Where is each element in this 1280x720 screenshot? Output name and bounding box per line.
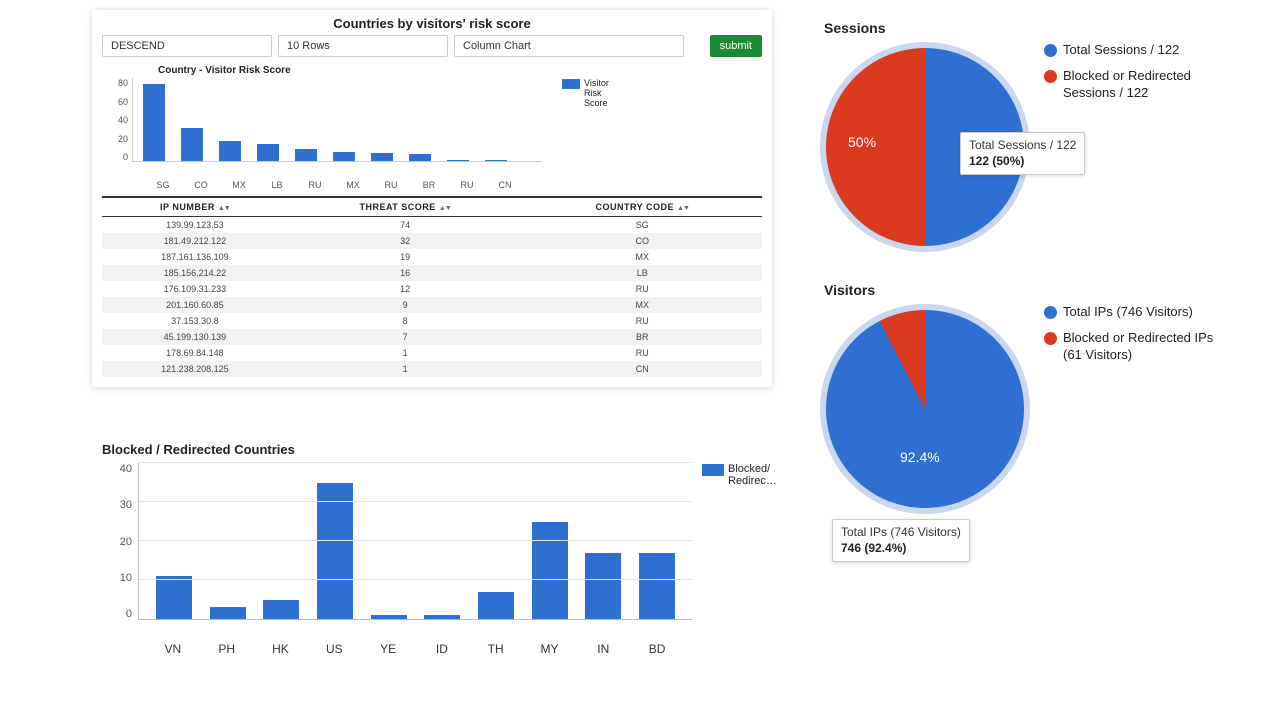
panel-title: Countries by visitors' risk score — [102, 16, 762, 31]
submit-button[interactable]: submit — [710, 35, 762, 57]
blocked-countries-panel: Blocked / Redirected Countries 403020100… — [102, 442, 792, 656]
col-ip-header[interactable]: IP NUMBER ▲▼ — [102, 197, 288, 217]
mini-y-axis: 806040200 — [102, 78, 132, 178]
visitors-pie-block: 92.4% Total IPs (746 Visitors) Blocked o… — [820, 304, 1250, 514]
right-column: Sessions 50% Total Sessions / 122 Blocke… — [800, 0, 1260, 524]
risk-bar[interactable] — [219, 141, 241, 161]
visitors-pie: 92.4% — [820, 304, 1030, 514]
legend-dot-blue — [1044, 44, 1057, 57]
table-row[interactable]: 121.238.208.1251CN — [102, 361, 762, 377]
left-column: Countries by visitors' risk score DESCEN… — [0, 0, 800, 666]
sessions-legend-blocked[interactable]: Blocked or Redirected Sessions / 122 — [1044, 68, 1224, 101]
risk-bar[interactable] — [409, 154, 431, 161]
risk-bar[interactable] — [333, 152, 355, 161]
mini-plot — [132, 78, 542, 162]
risk-bar[interactable] — [295, 149, 317, 161]
blocked-bar[interactable] — [424, 615, 460, 619]
table-header-row: IP NUMBER ▲▼ THREAT SCORE ▲▼ COUNTRY COD… — [102, 197, 762, 217]
risk-bar[interactable] — [181, 128, 203, 161]
legend-dot-blue — [1044, 306, 1057, 319]
sessions-pie-block: 50% Total Sessions / 122 Blocked or Redi… — [820, 42, 1250, 252]
legend-dot-red — [1044, 332, 1057, 345]
rows-select[interactable]: 10 Rows — [278, 35, 448, 57]
risk-score-chart: Country - Visitor Risk Score 806040200 S… — [102, 65, 762, 190]
chart-type-select[interactable]: Column Chart — [454, 35, 684, 57]
table-row[interactable]: 45.199.130.1397BR — [102, 329, 762, 345]
legend-dot-red — [1044, 70, 1057, 83]
risk-bar[interactable] — [447, 160, 469, 161]
page: Countries by visitors' risk score DESCEN… — [0, 0, 1280, 720]
mini-chart-title: Country - Visitor Risk Score — [158, 65, 762, 76]
visitors-slice-label: 92.4% — [900, 449, 940, 465]
blocked-bar[interactable] — [156, 576, 192, 619]
visitors-tooltip: Total IPs (746 Visitors) 746 (92.4%) — [832, 519, 970, 562]
blocked-bar[interactable] — [371, 615, 407, 619]
sort-icon: ▲▼ — [677, 205, 689, 212]
table-row[interactable]: 139.99.123.5374SG — [102, 217, 762, 234]
visitors-legend-total[interactable]: Total IPs (746 Visitors) — [1044, 304, 1224, 320]
sessions-header: Sessions — [824, 20, 1250, 36]
risk-bar[interactable] — [485, 160, 507, 161]
sort-icon: ▲▼ — [439, 205, 451, 212]
blocked-bar[interactable] — [639, 553, 675, 619]
col-score-header[interactable]: THREAT SCORE ▲▼ — [288, 197, 523, 217]
sessions-tooltip: Total Sessions / 122 122 (50%) — [960, 132, 1085, 175]
mini-legend-label: Visitor Risk Score — [584, 78, 622, 108]
risk-bar[interactable] — [143, 84, 165, 161]
blocked-chart: 403020100 VNPHHKUSYEIDTHMYINBD — [102, 463, 692, 656]
sessions-legend: Total Sessions / 122 Blocked or Redirect… — [1044, 42, 1224, 111]
mini-x-axis: SGCOMXLBRUMXRUBRRUCN — [142, 178, 542, 190]
risk-score-panel: Countries by visitors' risk score DESCEN… — [92, 10, 772, 387]
table-row[interactable]: 181.49.212.12232CO — [102, 233, 762, 249]
legend-swatch-blue — [562, 79, 580, 89]
table-row[interactable]: 178.69.84.1481RU — [102, 345, 762, 361]
risk-bar[interactable] — [371, 153, 393, 161]
table-row[interactable]: 185.156.214.2216LB — [102, 265, 762, 281]
legend-swatch-blue — [702, 464, 724, 476]
blocked-legend: Blocked/ Redirec… — [702, 463, 782, 487]
sort-icon: ▲▼ — [218, 205, 230, 212]
panel-controls: DESCEND 10 Rows Column Chart submit — [102, 35, 762, 57]
risk-table: IP NUMBER ▲▼ THREAT SCORE ▲▼ COUNTRY COD… — [102, 196, 762, 377]
blocked-title: Blocked / Redirected Countries — [102, 442, 792, 457]
blocked-bar[interactable] — [263, 600, 299, 620]
blocked-bar[interactable] — [532, 522, 568, 620]
table-row[interactable]: 176.109.31.23312RU — [102, 281, 762, 297]
blocked-bar[interactable] — [478, 592, 514, 619]
col-country-header[interactable]: COUNTRY CODE ▲▼ — [522, 197, 762, 217]
blocked-legend-label: Blocked/ Redirec… — [728, 463, 782, 487]
mini-chart-legend: Visitor Risk Score — [562, 78, 622, 108]
sessions-slice-label: 50% — [848, 134, 876, 150]
blocked-bar[interactable] — [585, 553, 621, 619]
blocked-y-axis: 403020100 — [102, 463, 138, 638]
visitors-header: Visitors — [824, 282, 1250, 298]
blocked-plot — [138, 463, 692, 620]
table-row[interactable]: 201.160.60.859MX — [102, 297, 762, 313]
visitors-legend: Total IPs (746 Visitors) Blocked or Redi… — [1044, 304, 1224, 373]
table-row[interactable]: 187.161.136.10919MX — [102, 249, 762, 265]
blocked-bar[interactable] — [317, 483, 353, 620]
blocked-x-axis: VNPHHKUSYEIDTHMYINBD — [102, 638, 692, 656]
sort-select[interactable]: DESCEND — [102, 35, 272, 57]
visitors-legend-blocked[interactable]: Blocked or Redirected IPs (61 Visitors) — [1044, 330, 1224, 363]
sessions-legend-total[interactable]: Total Sessions / 122 — [1044, 42, 1224, 58]
risk-bar[interactable] — [257, 144, 279, 161]
blocked-bar[interactable] — [210, 607, 246, 619]
table-row[interactable]: 37.153.30.88RU — [102, 313, 762, 329]
